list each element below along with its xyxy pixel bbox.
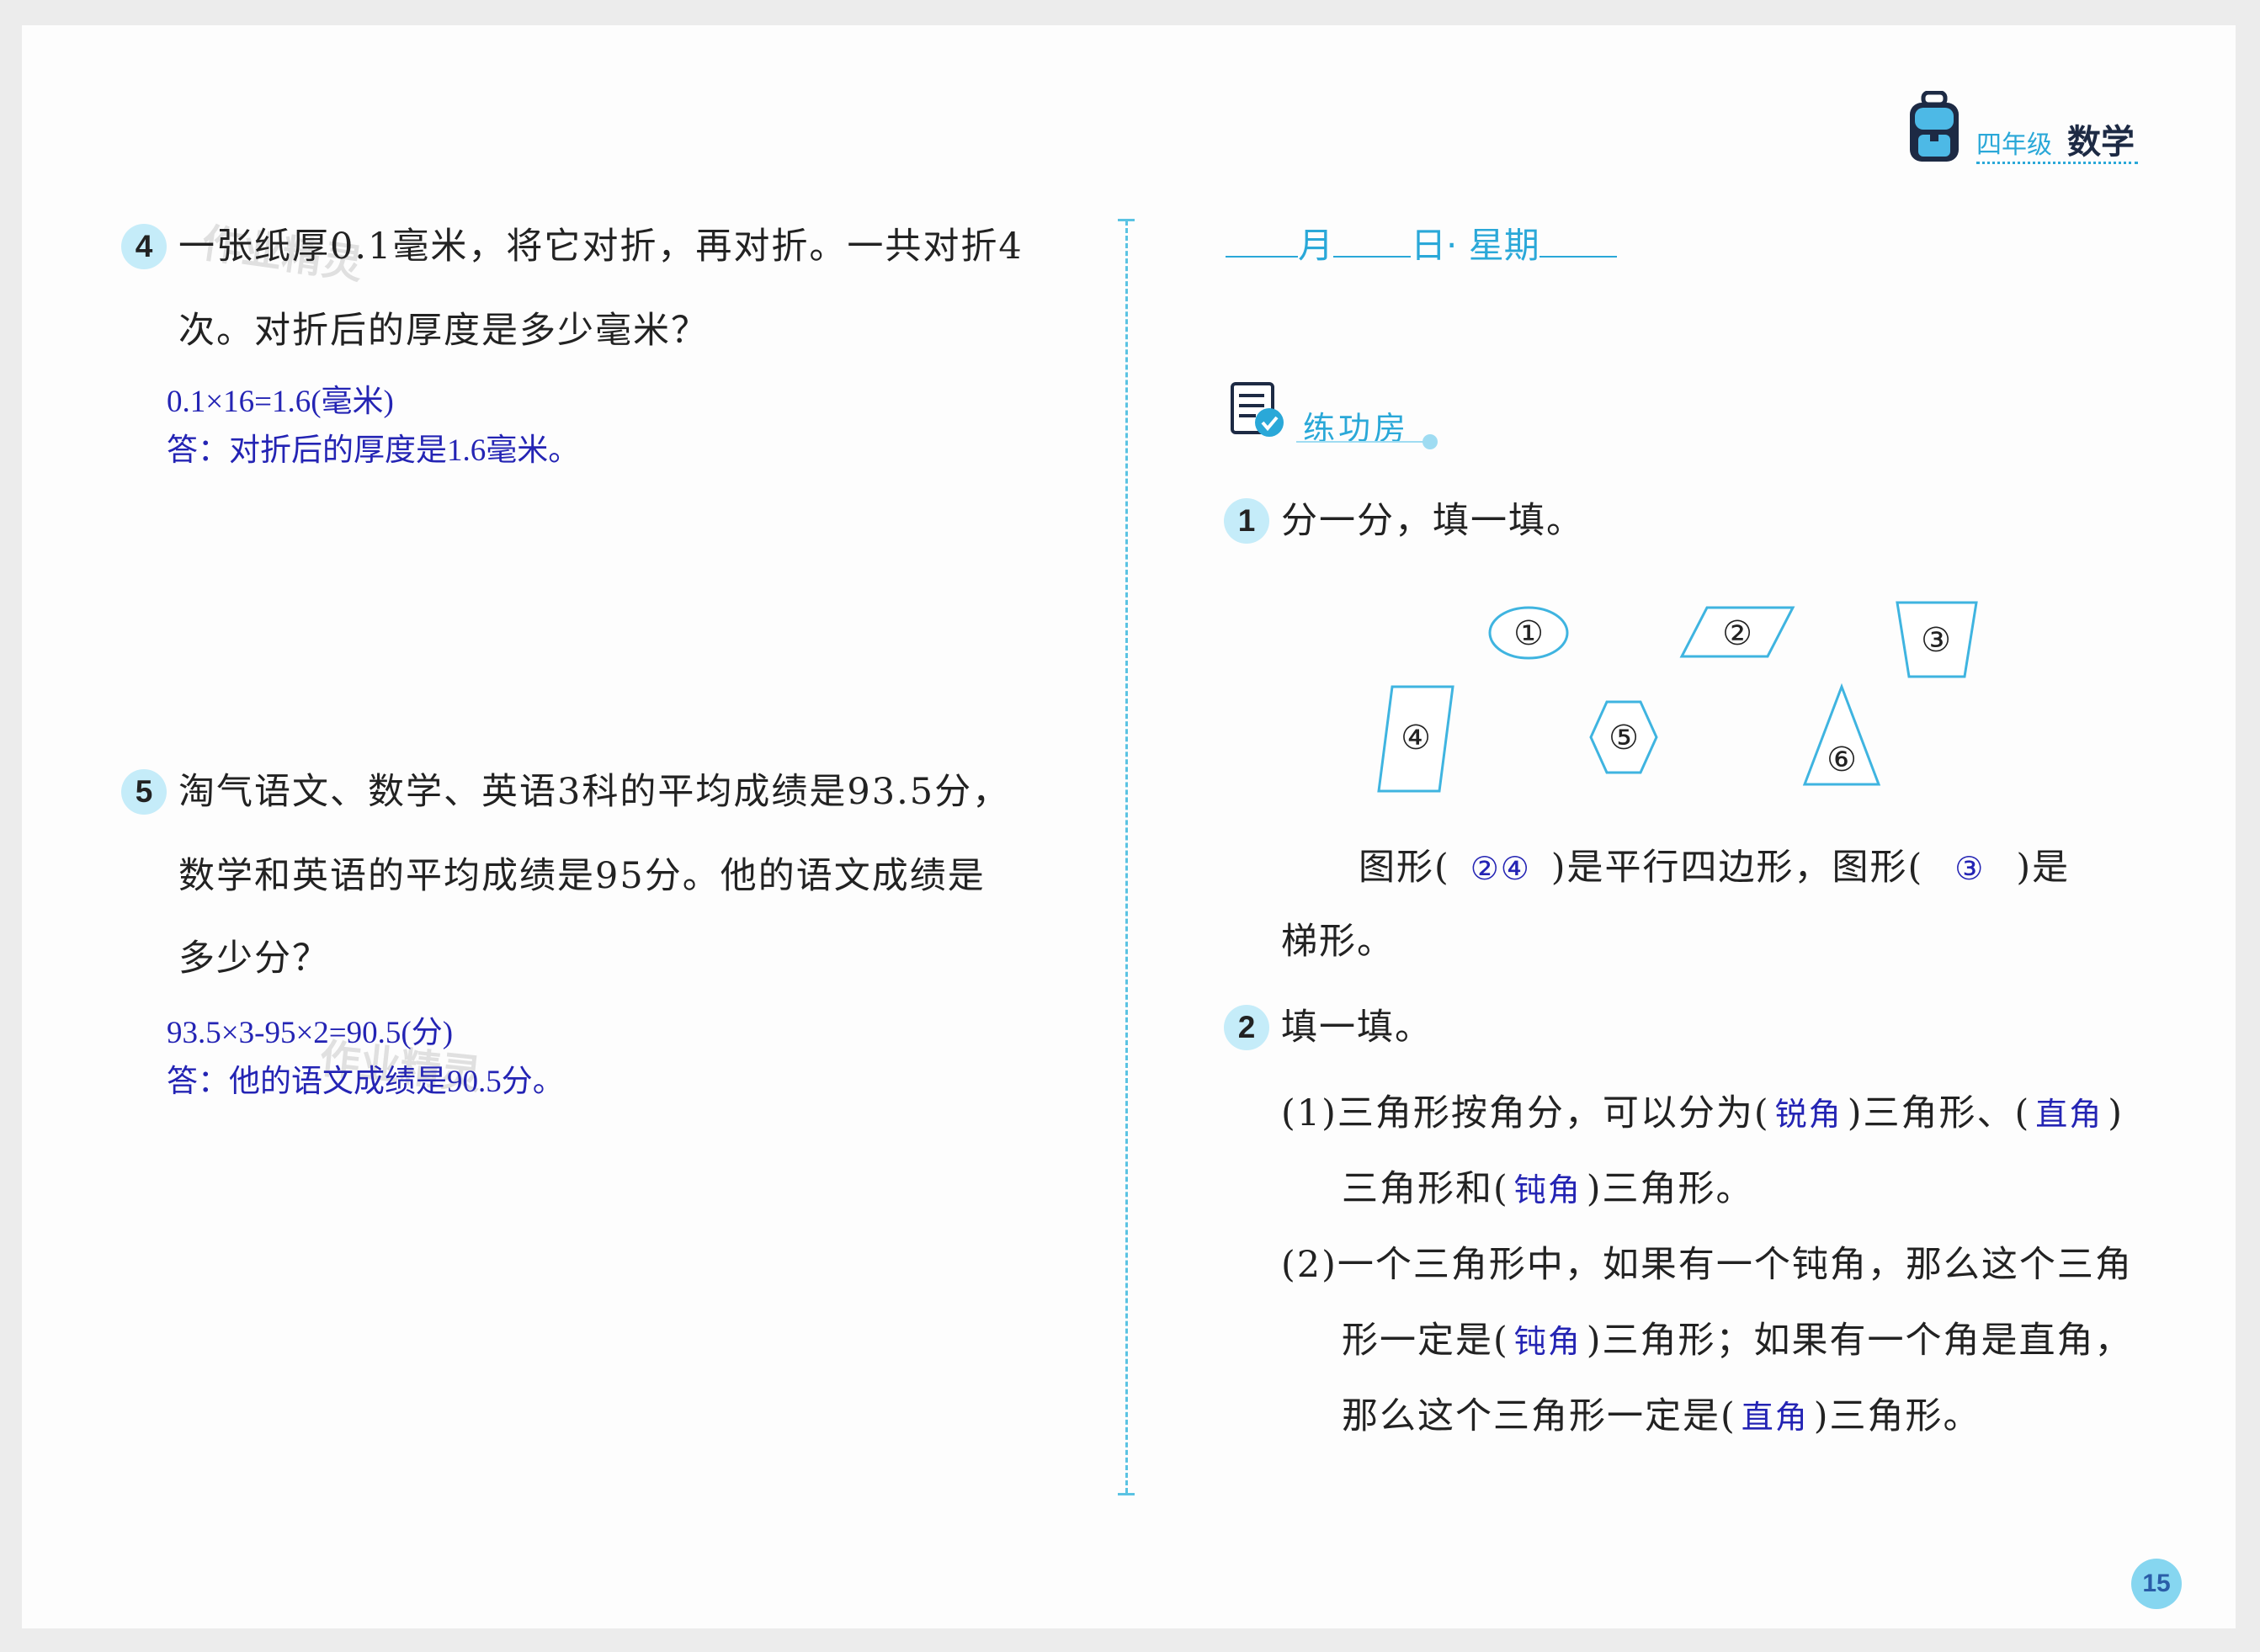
question-5-line-2: 数学和英语的平均成绩是95分。他的语文成绩是 — [178, 855, 986, 897]
subject-label: 数学 — [2067, 123, 2135, 162]
divider-cap-top — [1118, 219, 1135, 221]
shapes-figure: ① ② ③ ④ ⑤ ⑥ — [1377, 601, 1978, 793]
question-5-number: 5 — [121, 769, 167, 815]
month-blank — [1226, 236, 1298, 258]
shape-3-label: ③ — [1921, 621, 1951, 660]
divider-cap-bottom — [1118, 1493, 1135, 1495]
q2-p2-answer-obtuse: 钝角 — [1513, 1325, 1582, 1360]
month-label: 月 — [1298, 225, 1334, 266]
q2-p1-text-d: 三角形和( — [1342, 1168, 1509, 1210]
shape-2-label: ② — [1722, 614, 1752, 653]
shape-4-parallelogram: ④ — [1377, 685, 1454, 793]
section-title-dot — [1422, 434, 1438, 449]
shape-1-ellipse: ① — [1488, 606, 1569, 660]
shape-1-label: ① — [1513, 614, 1544, 653]
question-5-line-3: 多少分？ — [178, 938, 330, 980]
q2-p1-text-c: ) — [2108, 1092, 2124, 1134]
day-label: 日 — [1411, 225, 1447, 266]
q1-text-a: 图形( — [1359, 847, 1450, 889]
q2-part1-line1: (1)三角形按角分，可以分为(锐角)三角形、(直角) — [1281, 1096, 2124, 1132]
shape-5-hexagon: ⑤ — [1589, 700, 1658, 774]
checklist-icon — [1229, 380, 1288, 439]
question-5-answer-1: 93.5×3-95×2=90.5(分) — [167, 1016, 454, 1050]
shape-5-label: ⑤ — [1609, 719, 1639, 757]
q2-part2-line3: 那么这个三角形一定是(直角)三角形。 — [1342, 1399, 1981, 1435]
question-4-answer-2: 答：对折后的厚度是1.6毫米。 — [167, 433, 580, 468]
section-title-underline — [1296, 441, 1431, 443]
page-divider — [1125, 220, 1128, 1493]
q1-text-b: )是平行四边形，图形( — [1550, 847, 1924, 889]
shape-6-label: ⑥ — [1827, 741, 1857, 779]
backpack-icon — [1906, 90, 1962, 163]
q2-p1-text-e: )三角形。 — [1586, 1168, 1754, 1210]
day-blank — [1333, 236, 1412, 258]
shape-2-parallelogram: ② — [1679, 606, 1795, 658]
q2-p2-text-c: )三角形；如果有一个角是直角， — [1586, 1320, 2133, 1362]
q2-p1-text-b: )三角形、( — [1847, 1092, 2031, 1134]
weekday-blank — [1539, 236, 1617, 258]
question-5-answer-2: 答：他的语文成绩是90.5分。 — [167, 1065, 564, 1099]
q2-p1-answer-obtuse: 钝角 — [1513, 1173, 1582, 1208]
grade-label: 四年级 — [1976, 130, 2052, 160]
q2-part1-line2: 三角形和(钝角)三角形。 — [1342, 1171, 1754, 1208]
question-4-answer-1: 0.1×16=1.6(毫米) — [167, 385, 394, 419]
question-4-line-2: 次。对折后的厚度是多少毫米？ — [178, 310, 709, 352]
header-underline — [1976, 162, 2138, 164]
q2-part2-line1: (2)一个三角形中，如果有一个钝角，那么这个三角 — [1281, 1244, 2133, 1286]
question-1-number: 1 — [1224, 498, 1269, 544]
q1-text-c: )是 — [2016, 847, 2071, 889]
q2-p1-answer-acute: 锐角 — [1774, 1097, 1843, 1133]
question-2-number: 2 — [1224, 1005, 1269, 1050]
q2-p2-text-b: 形一定是( — [1342, 1320, 1509, 1362]
question-1-sentence: 图形( ②④ )是平行四边形，图形( ③ )是 — [1359, 850, 2070, 886]
q2-p2-text-d: 那么这个三角形一定是( — [1342, 1395, 1736, 1437]
shape-3-trapezoid: ③ — [1896, 601, 1978, 678]
page-number: 15 — [2131, 1559, 2182, 1609]
question-2-title: 填一填。 — [1281, 1007, 1433, 1049]
question-1-title: 分一分，填一填。 — [1281, 500, 1584, 542]
q1-answer-trapezoid: ③ — [1954, 852, 1986, 887]
question-4-line-1: 一张纸厚0.1毫米，将它对折，再对折。一共对折4 — [178, 226, 1024, 268]
weekday-label: · 星期 — [1446, 225, 1539, 266]
q2-p1-text-a: (1)三角形按角分，可以分为( — [1281, 1092, 1770, 1134]
q2-p2-text-e: )三角形。 — [1813, 1395, 1981, 1437]
shape-6-triangle: ⑥ — [1802, 683, 1881, 786]
q2-p2-answer-right: 直角 — [1741, 1400, 1809, 1436]
question-4-number: 4 — [121, 224, 167, 269]
q2-part2-line2: 形一定是(钝角)三角形；如果有一个角是直角， — [1342, 1323, 2133, 1359]
q2-p1-answer-right: 直角 — [2035, 1097, 2103, 1133]
q1-text-d: 梯形。 — [1281, 921, 1395, 963]
q1-answer-parallelograms: ②④ — [1470, 852, 1531, 887]
date-line: 月 日· 星期 — [1226, 217, 1617, 268]
question-5-line-1: 淘气语文、数学、英语3科的平均成绩是93.5分， — [178, 771, 1011, 813]
shape-4-label: ④ — [1401, 719, 1431, 757]
